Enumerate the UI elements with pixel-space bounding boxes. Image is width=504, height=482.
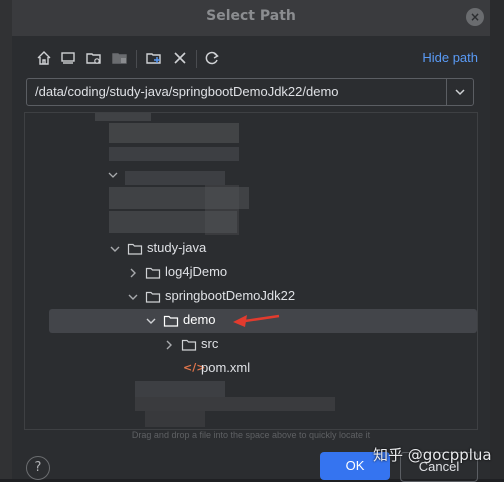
new-folder-icon[interactable] bbox=[144, 48, 164, 68]
tree-item-label: study-java bbox=[147, 240, 207, 255]
chevron-down-icon bbox=[455, 89, 465, 96]
delete-icon[interactable] bbox=[170, 48, 190, 68]
file-tree[interactable]: study-java log4jDemo springbootDemoJdk22 bbox=[24, 112, 478, 430]
module-folder-icon[interactable] bbox=[110, 48, 130, 68]
project-folder-icon[interactable] bbox=[84, 48, 104, 68]
blurred-item bbox=[205, 185, 239, 235]
hide-path-link[interactable]: Hide path bbox=[422, 50, 478, 65]
dialog-titlebar: Select Path × bbox=[12, 0, 490, 36]
tree-item-log4jdemo[interactable]: log4jDemo bbox=[25, 261, 477, 285]
annotation-arrow bbox=[233, 314, 280, 327]
blurred-item bbox=[135, 381, 225, 397]
path-field[interactable]: /data/coding/study-java/springbootDemoJd… bbox=[26, 78, 474, 106]
chevron-right-icon[interactable] bbox=[161, 337, 177, 353]
tree-item-label: demo bbox=[183, 312, 216, 327]
help-button[interactable]: ? bbox=[26, 456, 50, 480]
tree-item-label: log4jDemo bbox=[165, 264, 228, 279]
close-dialog-button[interactable]: × bbox=[466, 8, 484, 26]
chevron-right-icon[interactable] bbox=[125, 265, 141, 281]
blurred-item bbox=[109, 123, 239, 143]
background-window-edge-right bbox=[490, 0, 504, 479]
blurred-item bbox=[109, 147, 239, 161]
tree-item-study-java[interactable]: study-java bbox=[25, 237, 477, 261]
folder-icon bbox=[145, 267, 161, 279]
toolbar-separator bbox=[196, 50, 197, 68]
desktop-icon[interactable] bbox=[58, 48, 78, 68]
folder-icon bbox=[145, 291, 161, 303]
folder-icon bbox=[127, 243, 143, 255]
toolbar-separator bbox=[136, 50, 137, 68]
blurred-item bbox=[135, 397, 335, 411]
home-icon[interactable] bbox=[34, 48, 54, 68]
tree-item-label: pom.xml bbox=[201, 360, 251, 375]
chevron-down-icon[interactable] bbox=[143, 313, 159, 329]
tree-item-springbootdemojdk22[interactable]: springbootDemoJdk22 bbox=[25, 285, 477, 309]
select-path-dialog: Select Path × Hide path /data/coding/stu… bbox=[12, 0, 490, 482]
path-history-dropdown[interactable] bbox=[446, 79, 473, 105]
blurred-item bbox=[145, 411, 205, 427]
folder-icon bbox=[181, 339, 197, 351]
dialog-title: Select Path bbox=[206, 8, 296, 24]
toolbar: Hide path bbox=[12, 44, 490, 72]
drag-hint-text: Drag and drop a file into the space abov… bbox=[131, 430, 371, 440]
path-field-value[interactable]: /data/coding/study-java/springbootDemoJd… bbox=[35, 84, 339, 99]
refresh-icon[interactable] bbox=[202, 48, 222, 68]
tree-item-label: springbootDemoJdk22 bbox=[165, 288, 296, 303]
folder-icon bbox=[163, 315, 179, 327]
blurred-item bbox=[125, 171, 225, 185]
watermark: 知乎 @gocpplua bbox=[373, 446, 492, 464]
chevron-down-icon bbox=[108, 172, 118, 178]
chevron-down-icon[interactable] bbox=[125, 289, 141, 305]
blurred-item bbox=[95, 113, 151, 121]
tree-item-label: src bbox=[201, 336, 219, 351]
chevron-down-icon[interactable] bbox=[107, 241, 123, 257]
tree-item-src[interactable]: src bbox=[25, 333, 477, 357]
tree-item-pom-xml[interactable]: </> pom.xml bbox=[25, 357, 477, 381]
background-window-edge bbox=[0, 0, 12, 479]
